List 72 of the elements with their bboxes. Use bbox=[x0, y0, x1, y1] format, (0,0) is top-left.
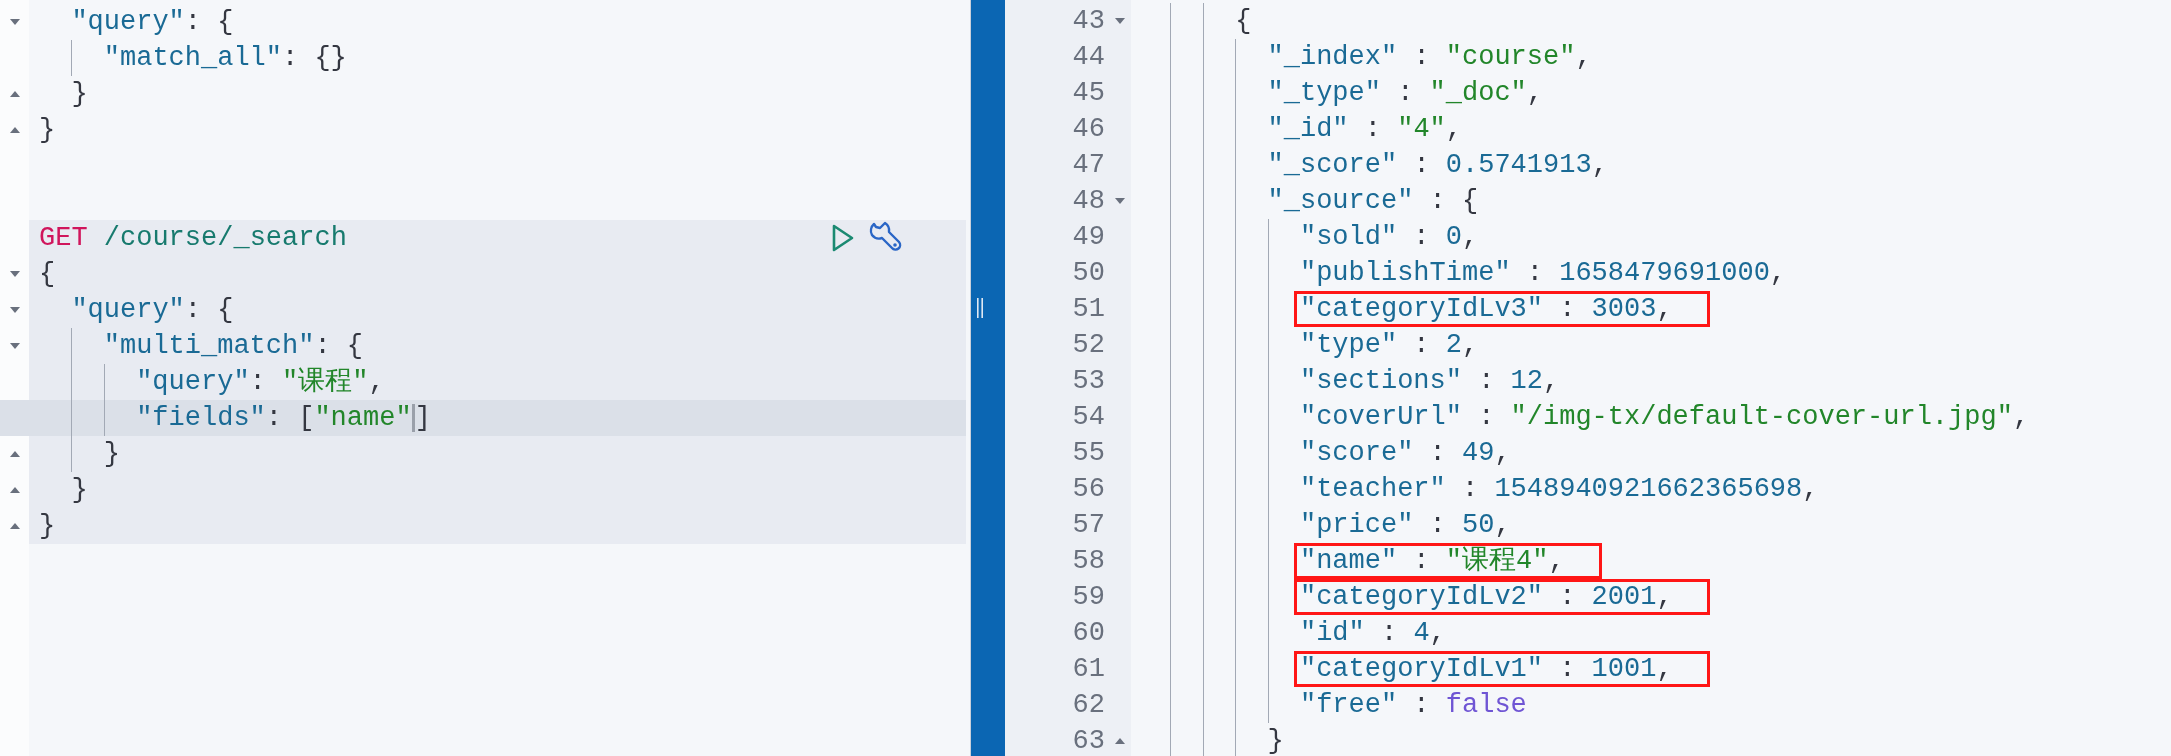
line-number: 61 bbox=[1072, 654, 1105, 684]
line-number: 51 bbox=[1072, 294, 1105, 324]
line-number: 49 bbox=[1072, 222, 1105, 252]
code-line: "price" : 50, bbox=[1299, 509, 1511, 542]
play-icon[interactable] bbox=[832, 224, 854, 252]
code-line: "id" : 4, bbox=[1299, 617, 1446, 650]
collapse-icon[interactable] bbox=[1115, 18, 1125, 24]
line-number: 59 bbox=[1072, 582, 1105, 612]
line-number: 48 bbox=[1072, 186, 1105, 216]
code-line: "sold" : 0, bbox=[1299, 221, 1479, 254]
code-line: "_id" : "4", bbox=[1267, 113, 1462, 146]
pane-splitter[interactable] bbox=[970, 0, 1005, 756]
grip-icon[interactable] bbox=[977, 298, 983, 318]
line-number: 47 bbox=[1072, 150, 1105, 180]
code-line: "_index" : "course", bbox=[1267, 41, 1592, 74]
code-line: } bbox=[39, 510, 56, 543]
line-number: 56 bbox=[1072, 474, 1105, 504]
line-number: 50 bbox=[1072, 258, 1105, 288]
request-block[interactable]: "query": { "match_all": {} } } bbox=[0, 4, 966, 148]
code-line: "type" : 2, bbox=[1299, 329, 1479, 362]
code-line: "categoryIdLv3" : 3003, bbox=[1299, 293, 1673, 326]
line-number: 54 bbox=[1072, 402, 1105, 432]
code-line: "query": "课程", bbox=[136, 366, 385, 399]
code-line: GET /course/_search bbox=[39, 222, 347, 255]
code-line: "match_all": {} bbox=[103, 42, 347, 75]
code-line: { bbox=[39, 258, 56, 291]
code-line: { bbox=[1235, 5, 1252, 38]
code-line: "fields": ["name"] bbox=[136, 402, 431, 435]
code-line: } bbox=[71, 78, 88, 111]
expand-icon[interactable] bbox=[9, 91, 20, 97]
code-line: "coverUrl" : "/img-tx/default-cover-url.jpg", bbox=[1299, 401, 2030, 434]
code-line: "categoryIdLv2" : 2001, bbox=[1299, 581, 1673, 614]
code-line: "free" : false bbox=[1299, 689, 1527, 722]
collapse-icon[interactable] bbox=[1115, 198, 1125, 204]
code-line: "query": { bbox=[71, 6, 234, 39]
line-number: 55 bbox=[1072, 438, 1105, 468]
line-number: 52 bbox=[1072, 330, 1105, 360]
code-line: "score" : 49, bbox=[1299, 437, 1511, 470]
collapse-icon[interactable] bbox=[9, 271, 20, 277]
line-number: 63 bbox=[1072, 726, 1105, 756]
line-number: 45 bbox=[1072, 78, 1105, 108]
line-number: 57 bbox=[1072, 510, 1105, 540]
code-line: "_source" : { bbox=[1267, 185, 1479, 218]
code-line: } bbox=[71, 474, 88, 507]
collapse-icon[interactable] bbox=[9, 19, 20, 25]
expand-icon[interactable] bbox=[9, 487, 20, 493]
expand-icon[interactable] bbox=[1115, 738, 1125, 744]
line-number: 62 bbox=[1072, 690, 1105, 720]
code-line: "_type" : "_doc", bbox=[1267, 77, 1543, 110]
line-number: 53 bbox=[1072, 366, 1105, 396]
request-block[interactable]: GET /course/_search { "query": { "multi_match": { "query": "课程", "fields": ["name"] } } } bbox=[0, 220, 966, 544]
line-number: 43 bbox=[1072, 6, 1105, 36]
code-line: "name" : "课程4", bbox=[1299, 545, 1565, 578]
line-number: 60 bbox=[1072, 618, 1105, 648]
code-line: "sections" : 12, bbox=[1299, 365, 1560, 398]
code-line: "publishTime" : 1658479691000, bbox=[1299, 257, 1787, 290]
expand-icon[interactable] bbox=[9, 451, 20, 457]
code-line: } bbox=[39, 114, 56, 147]
code-line: "categoryIdLv1" : 1001, bbox=[1299, 653, 1673, 686]
line-number: 46 bbox=[1072, 114, 1105, 144]
collapse-icon[interactable] bbox=[9, 307, 20, 313]
code-line: "query": { bbox=[71, 294, 234, 327]
expand-icon[interactable] bbox=[9, 523, 20, 529]
code-line: "teacher" : 1548940921662365698, bbox=[1299, 473, 1819, 506]
expand-icon[interactable] bbox=[9, 127, 20, 133]
line-number: 44 bbox=[1072, 42, 1105, 72]
collapse-icon[interactable] bbox=[9, 343, 20, 349]
code-line: } bbox=[1267, 725, 1284, 756]
line-number: 58 bbox=[1072, 546, 1105, 576]
code-line: "multi_match": { bbox=[103, 330, 364, 363]
code-line: "_score" : 0.5741913, bbox=[1267, 149, 1608, 182]
code-line: } bbox=[103, 438, 120, 471]
